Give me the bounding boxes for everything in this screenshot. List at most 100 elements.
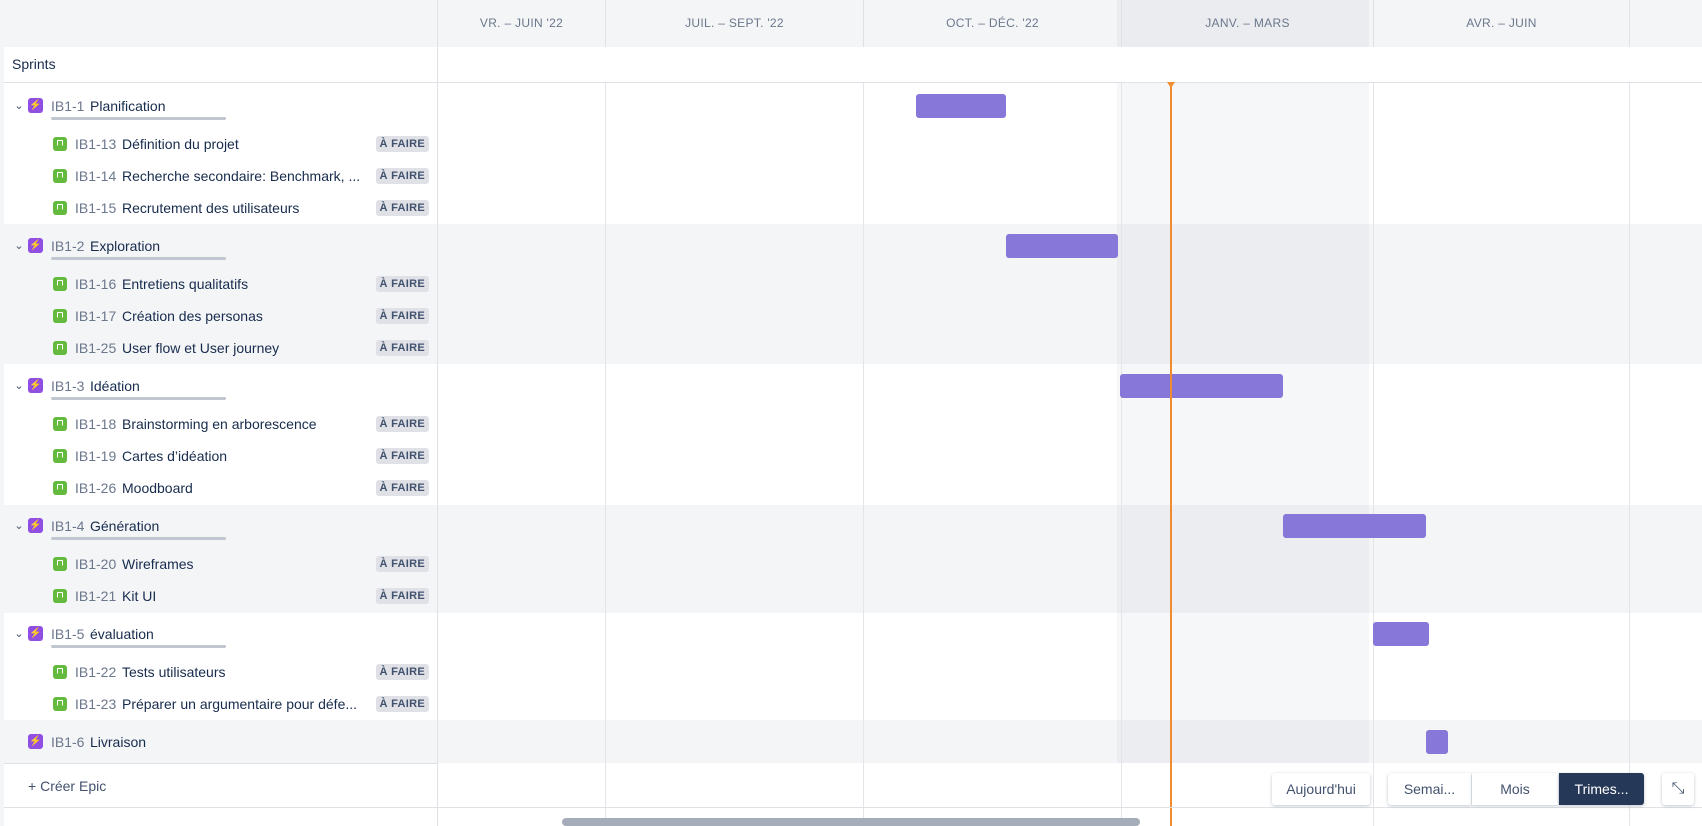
create-epic-row[interactable]: + Créer Epic	[4, 763, 437, 808]
story-title[interactable]: Brainstorming en arborescence	[122, 408, 362, 440]
status-badge: À FAIRE	[375, 136, 429, 152]
timeline-header: VR. – JUIN '22 JUIL. – SEPT. '22 OCT. – …	[4, 0, 1702, 48]
story-key[interactable]: IB1-18	[75, 408, 116, 440]
story-title[interactable]: Tests utilisateurs	[122, 656, 362, 688]
story-row[interactable]: IB1-20 Wireframes À FAIRE	[4, 548, 437, 580]
story-icon	[53, 169, 67, 183]
story-icon	[53, 417, 67, 431]
epic-row[interactable]: ⚡ IB1-6 Livraison	[4, 726, 437, 758]
story-row[interactable]: IB1-17 Création des personas À FAIRE	[4, 300, 437, 332]
view-week-button[interactable]: Semai...	[1388, 773, 1471, 805]
epic-bar[interactable]	[1283, 514, 1426, 538]
story-icon	[53, 341, 67, 355]
story-row[interactable]: IB1-16 Entretiens qualitatifs À FAIRE	[4, 268, 437, 300]
story-icon	[53, 697, 67, 711]
status-badge: À FAIRE	[375, 480, 429, 496]
chevron-down-icon[interactable]: ⌄	[12, 627, 26, 641]
story-row[interactable]: IB1-14 Recherche secondaire: Benchmark, …	[4, 160, 437, 192]
view-month-button[interactable]: Mois	[1472, 773, 1558, 805]
status-badge: À FAIRE	[375, 168, 429, 184]
story-row[interactable]: IB1-21 Kit UI À FAIRE	[4, 580, 437, 612]
left-panel-divider	[437, 47, 438, 826]
epic-row[interactable]: ⌄ ⚡ IB1-2 Exploration	[4, 230, 437, 262]
story-row[interactable]: IB1-22 Tests utilisateurs À FAIRE	[4, 656, 437, 688]
epic-key[interactable]: IB1-6	[51, 726, 84, 758]
story-key[interactable]: IB1-15	[75, 192, 116, 224]
chevron-down-icon[interactable]: ⌄	[12, 239, 26, 253]
story-icon	[53, 589, 67, 603]
story-title[interactable]: Création des personas	[122, 300, 362, 332]
status-badge: À FAIRE	[375, 308, 429, 324]
story-key[interactable]: IB1-13	[75, 128, 116, 160]
story-title[interactable]: Recrutement des utilisateurs	[122, 192, 362, 224]
story-row[interactable]: IB1-25 User flow et User journey À FAIRE	[4, 332, 437, 364]
story-key[interactable]: IB1-23	[75, 688, 116, 720]
bottom-divider	[4, 807, 1702, 808]
story-title[interactable]: Préparer un argumentaire pour défe...	[122, 688, 364, 720]
story-key[interactable]: IB1-26	[75, 472, 116, 504]
story-icon	[53, 309, 67, 323]
story-title[interactable]: Entretiens qualitatifs	[122, 268, 362, 300]
story-icon	[53, 137, 67, 151]
epic-bar[interactable]	[916, 94, 1006, 118]
epic-title[interactable]: Livraison	[90, 726, 146, 758]
story-key[interactable]: IB1-17	[75, 300, 116, 332]
epic-progress-bar	[51, 397, 226, 400]
epic-row[interactable]: ⌄ ⚡ IB1-1 Planification	[4, 90, 437, 122]
quarter-label: JANV. – MARS	[1205, 16, 1290, 30]
story-key[interactable]: IB1-14	[75, 160, 116, 192]
chevron-down-icon[interactable]: ⌄	[12, 519, 26, 533]
chevron-down-icon[interactable]: ⌄	[12, 379, 26, 393]
story-title[interactable]: User flow et User journey	[122, 332, 362, 364]
story-row[interactable]: IB1-23 Préparer un argumentaire pour déf…	[4, 688, 437, 720]
story-icon	[53, 481, 67, 495]
story-icon	[53, 277, 67, 291]
story-key[interactable]: IB1-22	[75, 656, 116, 688]
epic-bar[interactable]	[1373, 622, 1429, 646]
epic-bar[interactable]	[1120, 374, 1283, 398]
epic-icon: ⚡	[28, 238, 43, 253]
epic-icon: ⚡	[28, 378, 43, 393]
story-key[interactable]: IB1-21	[75, 580, 116, 612]
epic-icon: ⚡	[28, 626, 43, 641]
create-epic-label: Créer Epic	[40, 778, 107, 794]
epic-row[interactable]: ⌄ ⚡ IB1-3 Idéation	[4, 370, 437, 402]
story-title[interactable]: Définition du projet	[122, 128, 362, 160]
story-row[interactable]: IB1-26 Moodboard À FAIRE	[4, 472, 437, 504]
epic-row[interactable]: ⌄ ⚡ IB1-4 Génération	[4, 510, 437, 542]
plus-icon: +	[28, 778, 41, 794]
story-title[interactable]: Recherche secondaire: Benchmark, ...	[122, 160, 372, 192]
view-quarter-button[interactable]: Trimes...	[1559, 773, 1644, 805]
story-row[interactable]: IB1-13 Définition du projet À FAIRE	[4, 128, 437, 160]
epic-bar[interactable]	[1426, 730, 1448, 754]
quarter-label: AVR. – JUIN	[1466, 16, 1537, 30]
chevron-down-icon[interactable]: ⌄	[12, 99, 26, 113]
story-title[interactable]: Kit UI	[122, 580, 362, 612]
story-key[interactable]: IB1-20	[75, 548, 116, 580]
collapse-icon[interactable]: ⤡	[1662, 773, 1694, 805]
today-button[interactable]: Aujourd'hui	[1272, 773, 1370, 805]
quarter-label: VR. – JUIN '22	[479, 16, 564, 30]
story-row[interactable]: IB1-19 Cartes d’idéation À FAIRE	[4, 440, 437, 472]
story-title[interactable]: Cartes d’idéation	[122, 440, 362, 472]
story-row[interactable]: IB1-15 Recrutement des utilisateurs À FA…	[4, 192, 437, 224]
story-title[interactable]: Moodboard	[122, 472, 362, 504]
epic-row[interactable]: ⌄ ⚡ IB1-5 évaluation	[4, 618, 437, 650]
story-key[interactable]: IB1-25	[75, 332, 116, 364]
epic-icon: ⚡	[28, 734, 43, 749]
epic-bar[interactable]	[1006, 234, 1118, 258]
horizontal-scrollbar[interactable]	[562, 818, 1140, 826]
status-badge: À FAIRE	[375, 588, 429, 604]
sprints-row: Sprints	[4, 47, 1702, 83]
create-epic-button[interactable]: + Créer Epic	[28, 764, 106, 808]
story-key[interactable]: IB1-16	[75, 268, 116, 300]
story-icon	[53, 449, 67, 463]
story-key[interactable]: IB1-19	[75, 440, 116, 472]
column-divider	[605, 82, 606, 826]
today-line	[1170, 85, 1172, 826]
epic-icon: ⚡	[28, 518, 43, 533]
story-title[interactable]: Wireframes	[122, 548, 362, 580]
story-row[interactable]: IB1-18 Brainstorming en arborescence À F…	[4, 408, 437, 440]
status-badge: À FAIRE	[375, 556, 429, 572]
epic-progress-bar	[51, 537, 226, 540]
